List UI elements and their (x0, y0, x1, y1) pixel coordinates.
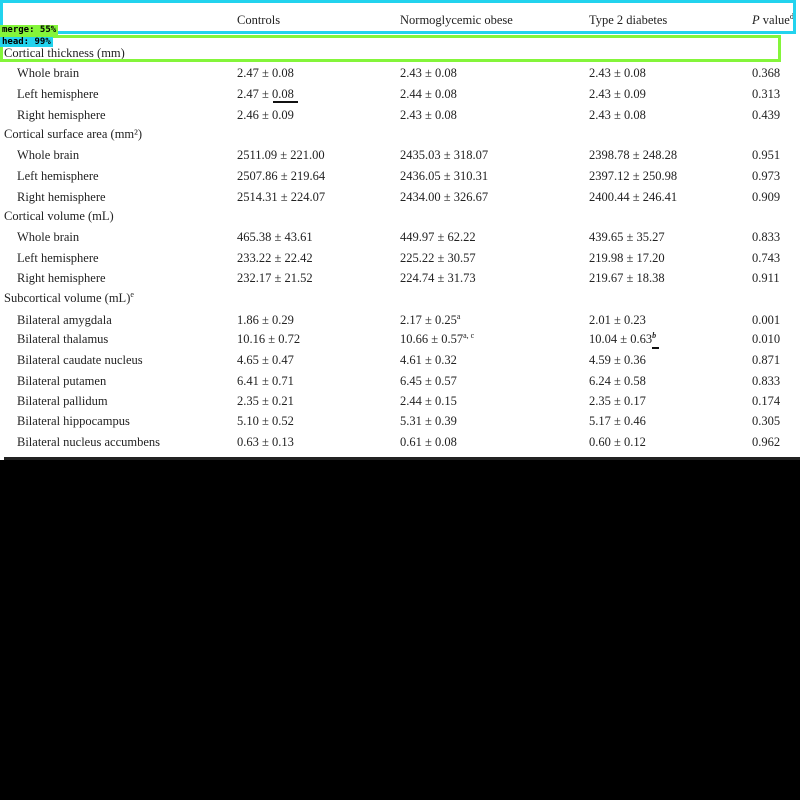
annotation-underline (273, 101, 298, 103)
cell-obese: 4.61 ± 0.32 (400, 353, 457, 367)
cell-diabetes: 2397.12 ± 250.98 (589, 169, 678, 183)
row-label: Right hemisphere (17, 190, 106, 204)
cell-p-value: 0.833 (752, 374, 781, 388)
table-bottom-rule (4, 457, 800, 460)
cell-p-value: 0.174 (752, 394, 781, 408)
row-label: Bilateral pallidum (17, 394, 108, 408)
row-label: Bilateral thalamus (17, 332, 109, 346)
cell-diabetes: 2400.44 ± 246.41 (589, 190, 678, 204)
cell-p-value: 0.368 (752, 66, 781, 80)
section-label-cortical-volume: Cortical volume (mL) (4, 209, 114, 223)
row-label: Bilateral caudate nucleus (17, 353, 143, 367)
row-label: Whole brain (17, 66, 80, 80)
row-label: Whole brain (17, 148, 80, 162)
cell-obese: 5.31 ± 0.39 (400, 414, 457, 428)
section-label-cortical-surface-area: Cortical surface area (mm²) (4, 127, 143, 141)
cell-p-value: 0.010 (752, 332, 781, 346)
cell-controls: 2.46 ± 0.09 (237, 108, 294, 122)
cell-controls: 2511.09 ± 221.00 (237, 148, 325, 162)
table-page: Controls Normoglycemic obese Type 2 diab… (0, 0, 800, 460)
cell-diabetes: 0.60 ± 0.12 (589, 435, 646, 449)
row-label: Bilateral putamen (17, 374, 107, 388)
cell-controls: 4.65 ± 0.47 (237, 353, 294, 367)
cell-controls: 10.16 ± 0.72 (237, 332, 301, 346)
row-label: Left hemisphere (17, 169, 99, 183)
cell-diabetes: 6.24 ± 0.58 (589, 374, 646, 388)
cell-controls: 2.47 ± 0.08 (237, 66, 294, 80)
cell-diabetes: 219.98 ± 17.20 (589, 251, 665, 265)
cell-p-value: 0.001 (752, 313, 781, 327)
cell-p-value: 0.962 (752, 435, 781, 449)
cell-obese: 449.97 ± 62.22 (400, 230, 476, 244)
row-label: Right hemisphere (17, 108, 106, 122)
cell-diabetes: 2.35 ± 0.17 (589, 394, 646, 408)
cell-p-value: 0.951 (752, 148, 781, 162)
cell-obese: 2.43 ± 0.08 (400, 66, 457, 80)
section-label-subcortical-volume: Subcortical volume (mL)e (4, 289, 134, 305)
cell-controls: 232.17 ± 21.52 (237, 271, 313, 285)
cell-diabetes: 2.43 ± 0.08 (589, 66, 646, 80)
cell-diabetes: 2.01 ± 0.23 (589, 313, 646, 327)
cell-controls: 0.63 ± 0.13 (237, 435, 294, 449)
cell-obese: 0.61 ± 0.08 (400, 435, 457, 449)
row-label: Left hemisphere (17, 251, 99, 265)
cell-diabetes: 5.17 ± 0.46 (589, 414, 646, 428)
cell-p-value: 0.911 (752, 271, 780, 285)
cell-controls: 2.35 ± 0.21 (237, 394, 294, 408)
cell-controls: 2507.86 ± 219.64 (237, 169, 326, 183)
cell-obese: 2436.05 ± 310.31 (400, 169, 489, 183)
cell-obese: 2.44 ± 0.15 (400, 394, 457, 408)
cell-p-value: 0.909 (752, 190, 781, 204)
cell-diabetes: 2.43 ± 0.09 (589, 87, 646, 101)
row-label: Bilateral nucleus accumbens (17, 435, 160, 449)
cell-controls: 2.47 ± 0.08 (237, 87, 294, 101)
head-detection-box (0, 0, 796, 34)
head-detection-label: head: 99% (0, 37, 53, 47)
cell-obese: 224.74 ± 31.73 (400, 271, 476, 285)
cell-diabetes: 10.04 ± 0.63b (589, 330, 657, 346)
cell-diabetes: 2.43 ± 0.08 (589, 108, 646, 122)
row-label: Right hemisphere (17, 271, 106, 285)
merge-detection-box (0, 35, 781, 62)
cell-p-value: 0.973 (752, 169, 781, 183)
cell-p-value: 0.871 (752, 353, 781, 367)
row-label: Bilateral amygdala (17, 313, 112, 327)
cell-obese: 6.45 ± 0.57 (400, 374, 457, 388)
row-label: Left hemisphere (17, 87, 99, 101)
cell-controls: 1.86 ± 0.29 (237, 313, 294, 327)
cell-controls: 5.10 ± 0.52 (237, 414, 294, 428)
cell-obese: 2.17 ± 0.25a (400, 311, 461, 327)
cell-obese: 2435.03 ± 318.07 (400, 148, 489, 162)
cell-obese: 2.44 ± 0.08 (400, 87, 457, 101)
cell-obese: 2.43 ± 0.08 (400, 108, 457, 122)
cell-diabetes: 219.67 ± 18.38 (589, 271, 665, 285)
cell-p-value: 0.305 (752, 414, 781, 428)
cell-obese: 225.22 ± 30.57 (400, 251, 476, 265)
row-label: Whole brain (17, 230, 80, 244)
cell-diabetes: 439.65 ± 35.27 (589, 230, 665, 244)
cell-obese: 10.66 ± 0.57a, c (400, 330, 475, 346)
cell-diabetes: 4.59 ± 0.36 (589, 353, 646, 367)
cell-p-value: 0.833 (752, 230, 781, 244)
row-label: Bilateral hippocampus (17, 414, 130, 428)
cell-controls: 465.38 ± 43.61 (237, 230, 313, 244)
cell-obese: 2434.00 ± 326.67 (400, 190, 489, 204)
annotation-underline (652, 347, 659, 349)
cell-controls: 233.22 ± 22.42 (237, 251, 313, 265)
cell-p-value: 0.743 (752, 251, 781, 265)
cell-diabetes: 2398.78 ± 248.28 (589, 148, 678, 162)
merge-detection-label: merge: 55% (0, 25, 59, 35)
cell-controls: 2514.31 ± 224.07 (237, 190, 326, 204)
cell-controls: 6.41 ± 0.71 (237, 374, 294, 388)
cell-p-value: 0.313 (752, 87, 781, 101)
cell-p-value: 0.439 (752, 108, 781, 122)
